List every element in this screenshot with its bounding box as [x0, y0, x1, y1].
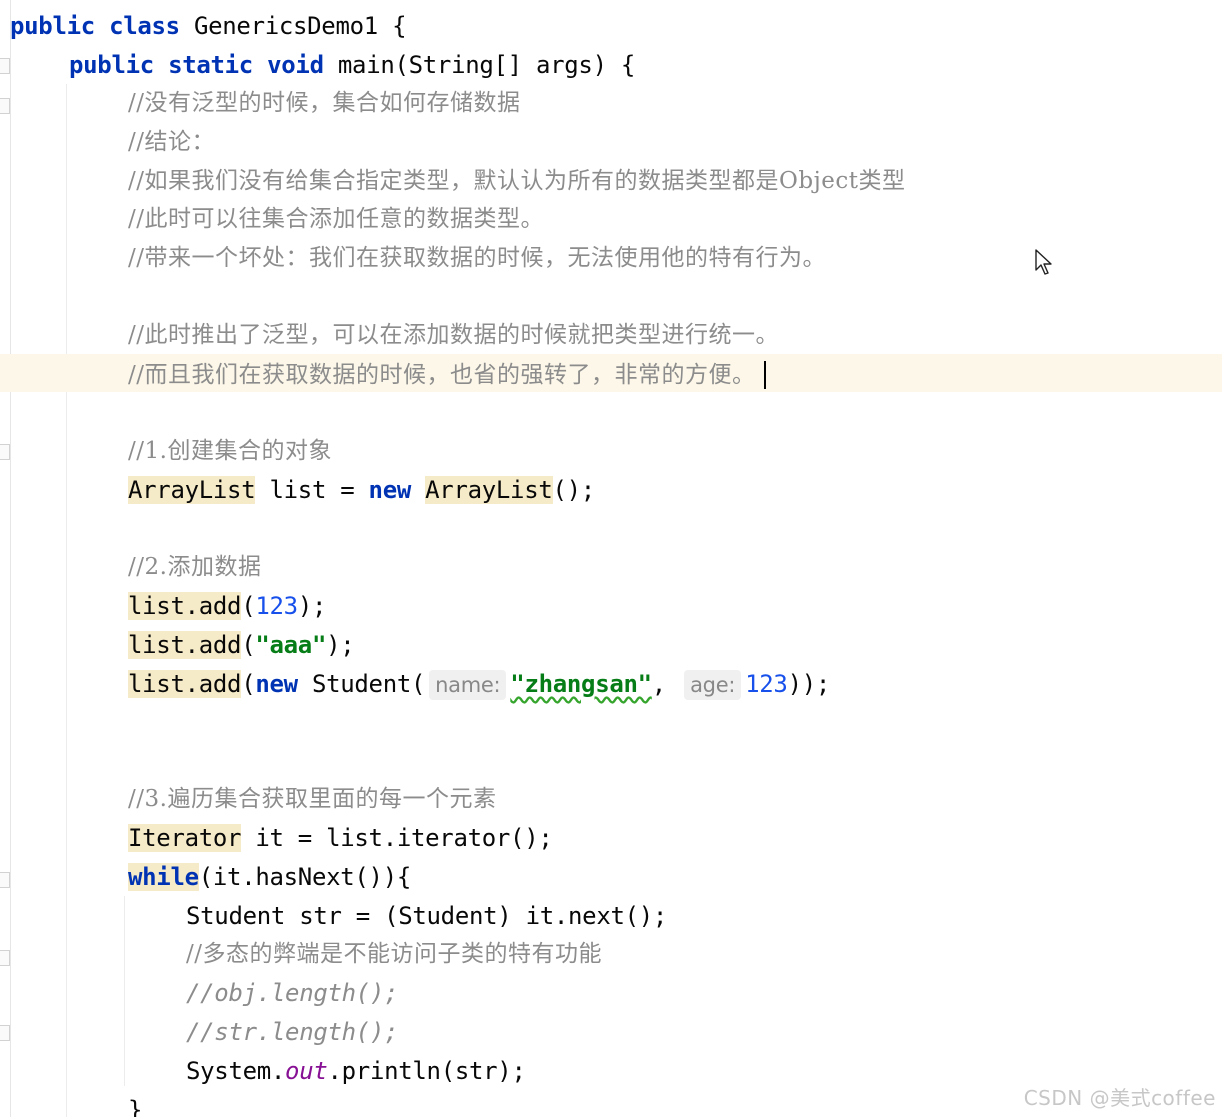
code-line-add1[interactable]: list.add(123);	[128, 588, 326, 624]
comment-line: //obj.length();	[186, 979, 399, 1007]
code-line-class-decl[interactable]: public class GenericsDemo1 {	[10, 8, 407, 44]
code-line-print[interactable]: System.out.println(str);	[186, 1053, 526, 1089]
paren: (	[241, 631, 256, 659]
code-text: .println(str);	[327, 1057, 526, 1085]
keyword: class	[109, 12, 180, 40]
code-editor[interactable]: public class GenericsDemo1 { public stat…	[0, 0, 1222, 1117]
fold-marker-icon[interactable]	[0, 950, 10, 966]
comment-line: //带来一个坏处：我们在获取数据的时候，无法使用他的特有行为。	[128, 245, 826, 271]
fold-marker-icon[interactable]	[0, 58, 10, 74]
type-name: ArrayList	[128, 476, 256, 504]
code-line-arraylist[interactable]: ArrayList list = new ArrayList();	[128, 472, 595, 508]
comment-line: //2.添加数据	[128, 554, 262, 580]
keyword: void	[267, 51, 324, 79]
method-signature: main(String[] args) {	[337, 51, 636, 79]
comment-line: //如果我们没有给集合指定类型，默认认为所有的数据类型都是Object类型	[128, 168, 906, 194]
string-literal: "aaa"	[255, 631, 327, 659]
method-call: list.add	[128, 670, 242, 698]
method-call: list.add	[128, 631, 242, 659]
comment-line: //而且我们在获取数据的时候，也省的强转了，非常的方便。	[128, 362, 756, 388]
code-line-iterator[interactable]: Iterator it = list.iterator();	[128, 820, 553, 856]
fold-marker-icon[interactable]	[0, 1025, 10, 1041]
comma: ,	[651, 670, 681, 698]
indent-guide	[66, 84, 67, 1117]
class-name: GenericsDemo1	[193, 12, 378, 40]
fold-marker-icon[interactable]	[0, 444, 10, 460]
keyword: public	[69, 51, 154, 79]
comment-line: //str.length();	[186, 1018, 399, 1046]
mouse-pointer-icon	[1035, 249, 1052, 275]
gutter-border	[10, 0, 11, 1117]
code-text: ();	[552, 476, 596, 504]
indent-guide	[124, 896, 125, 1086]
fold-marker-icon[interactable]	[0, 872, 10, 888]
watermark: CSDN @美式coffee	[1023, 1086, 1216, 1110]
code-line-add2[interactable]: list.add("aaa");	[128, 627, 355, 663]
paren: );	[297, 592, 327, 620]
comment-line: //3.遍历集合获取里面的每一个元素	[128, 786, 497, 812]
comment-line: //没有泛型的时候，集合如何存储数据	[128, 90, 521, 116]
paren: (	[241, 592, 256, 620]
comment-line: //多态的弊端是不能访问子类的特有功能	[186, 941, 602, 967]
static-field: out	[285, 1057, 328, 1085]
keyword: while	[128, 863, 199, 891]
comment-line: //结论：	[128, 129, 215, 155]
code-line-student[interactable]: Student str = (Student) it.next();	[186, 898, 667, 934]
paren: );	[326, 631, 355, 659]
number-literal: 123	[255, 592, 298, 620]
paren: ));	[787, 670, 831, 698]
paren: (	[241, 670, 256, 698]
code-text: list =	[255, 476, 369, 504]
code-line-current[interactable]: //而且我们在获取数据的时候，也省的强转了，非常的方便。	[128, 356, 766, 392]
code-line-while[interactable]: while(it.hasNext()){	[128, 859, 411, 895]
code-line-close-brace: }	[128, 1096, 143, 1117]
parameter-hint: name:	[429, 670, 507, 700]
constructor-call: Student(	[297, 670, 426, 698]
code-text: System.	[186, 1057, 286, 1085]
type-name: ArrayList	[425, 476, 553, 504]
keyword: new	[255, 670, 298, 698]
comment-line: //此时可以往集合添加任意的数据类型。	[128, 206, 544, 232]
parameter-hint: age:	[684, 670, 742, 700]
code-line-add3[interactable]: list.add(new Student(name: "zhangsan", ag…	[128, 666, 830, 702]
comment-line: //1.创建集合的对象	[128, 438, 332, 464]
code-line-main-decl[interactable]: public static void main(String[] args) {	[69, 47, 635, 83]
keyword: public	[10, 12, 95, 40]
fold-marker-icon[interactable]	[0, 98, 10, 114]
keyword: static	[168, 51, 253, 79]
code-text: it = list.iterator();	[241, 824, 553, 852]
type-name: Iterator	[128, 824, 242, 852]
comment-line: //此时推出了泛型，可以在添加数据的时候就把类型进行统一。	[128, 322, 779, 348]
number-literal: 123	[745, 670, 788, 698]
string-literal: "zhangsan"	[510, 670, 652, 698]
text-caret	[763, 361, 766, 389]
brace: {	[377, 12, 407, 40]
code-text: (it.hasNext()){	[198, 863, 412, 891]
method-call: list.add	[128, 592, 242, 620]
keyword: new	[368, 476, 412, 504]
